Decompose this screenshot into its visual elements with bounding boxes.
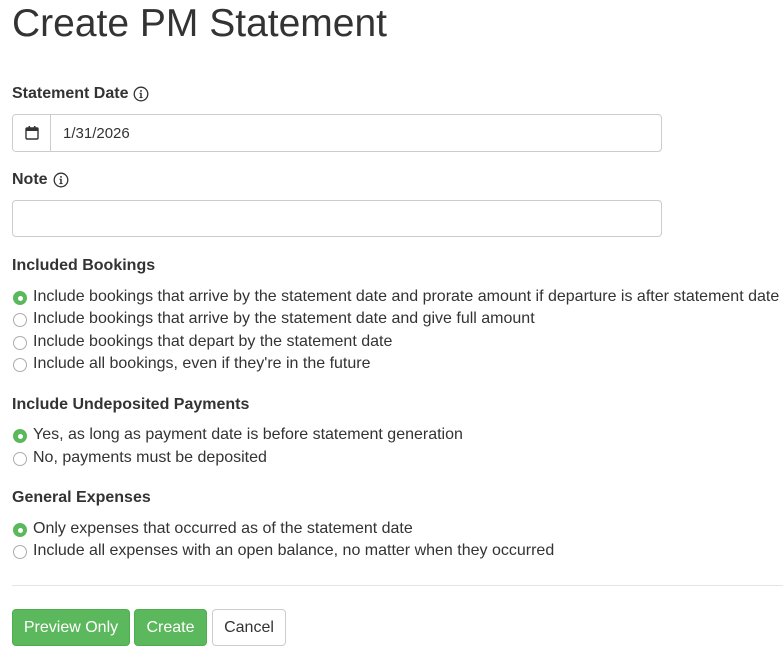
radio-button[interactable] <box>13 358 27 372</box>
statement-date-label: Statement Date <box>12 85 129 102</box>
radio-button[interactable] <box>13 291 27 305</box>
radio-label: Yes, as long as payment date is before s… <box>33 426 463 443</box>
radio-label: Include bookings that arrive by the stat… <box>33 288 780 305</box>
general-expenses-heading: General Expenses <box>12 489 151 506</box>
page-title: Create PM Statement <box>12 2 387 45</box>
payments-option-no[interactable]: No, payments must be deposited <box>13 448 267 468</box>
radio-label: Include all expenses with an open balanc… <box>33 542 555 559</box>
radio-label: Only expenses that occurred as of the st… <box>33 520 413 537</box>
create-button[interactable]: Create <box>134 609 207 646</box>
note-label: Note <box>12 171 48 188</box>
radio-label: No, payments must be deposited <box>33 449 267 466</box>
expenses-option-as-of-date[interactable]: Only expenses that occurred as of the st… <box>13 519 413 539</box>
undeposited-payments-heading: Include Undeposited Payments <box>12 396 250 413</box>
radio-label: Include all bookings, even if they're in… <box>33 355 371 372</box>
radio-button[interactable] <box>13 452 27 466</box>
note-input[interactable] <box>12 200 662 237</box>
preview-only-button[interactable]: Preview Only <box>12 609 130 646</box>
radio-button[interactable] <box>13 313 27 327</box>
statement-date-field <box>12 114 662 152</box>
included-bookings-heading: Included Bookings <box>12 257 156 274</box>
info-icon[interactable] <box>53 172 69 188</box>
note-label-row: Note <box>12 171 69 189</box>
expenses-option-all-open[interactable]: Include all expenses with an open balanc… <box>13 541 554 561</box>
radio-button[interactable] <box>13 336 27 350</box>
divider <box>12 585 783 586</box>
radio-button[interactable] <box>13 523 27 537</box>
booking-option-prorate[interactable]: Include bookings that arrive by the stat… <box>13 287 779 307</box>
calendar-button[interactable] <box>13 115 51 151</box>
statement-date-input[interactable] <box>51 115 661 151</box>
booking-option-all[interactable]: Include all bookings, even if they're in… <box>13 354 370 374</box>
payments-option-yes[interactable]: Yes, as long as payment date is before s… <box>13 425 463 445</box>
cancel-button[interactable]: Cancel <box>212 609 286 646</box>
radio-label: Include bookings that arrive by the stat… <box>33 310 535 327</box>
radio-label: Include bookings that depart by the stat… <box>33 333 393 350</box>
calendar-icon <box>24 126 39 140</box>
info-icon[interactable] <box>133 86 149 102</box>
radio-button[interactable] <box>13 429 27 443</box>
radio-button[interactable] <box>13 545 27 559</box>
booking-option-full-amount[interactable]: Include bookings that arrive by the stat… <box>13 309 535 329</box>
booking-option-depart[interactable]: Include bookings that depart by the stat… <box>13 332 392 352</box>
statement-date-label-row: Statement Date <box>12 85 149 103</box>
